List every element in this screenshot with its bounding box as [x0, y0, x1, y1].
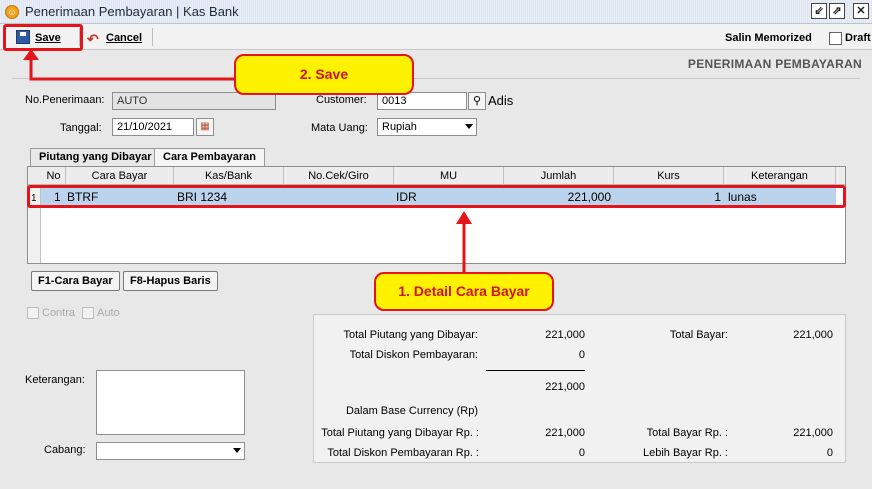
save-arrow-head [23, 49, 39, 60]
detail-callout: 1. Detail Cara Bayar [374, 272, 554, 311]
save-callout: 2. Save [234, 54, 414, 95]
annotation-arrows [23, 49, 472, 272]
save-arrow-line [29, 58, 234, 81]
detail-arrow-head [456, 211, 472, 224]
